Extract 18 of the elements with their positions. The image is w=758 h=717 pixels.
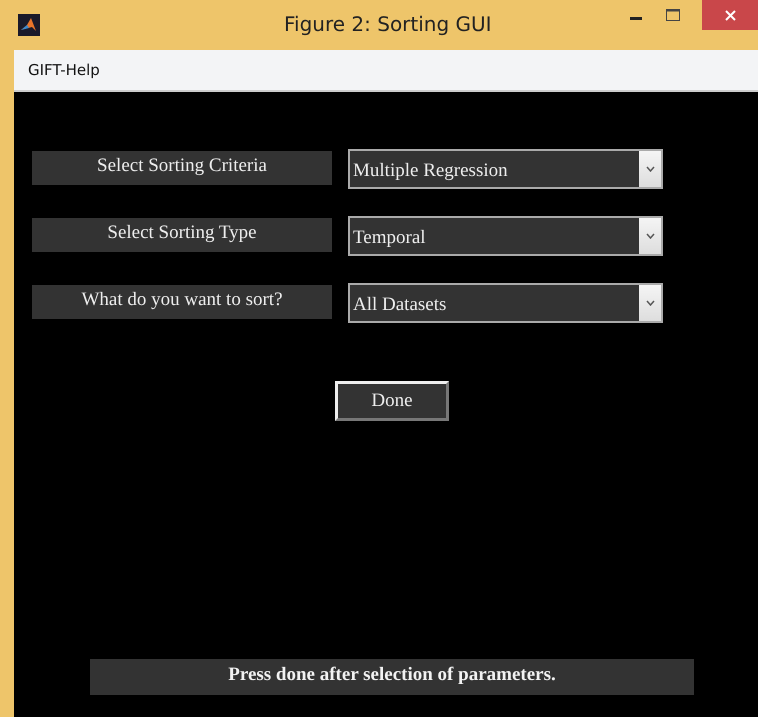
close-icon xyxy=(724,10,736,20)
window-title: Figure 2: Sorting GUI xyxy=(284,12,492,36)
close-button[interactable] xyxy=(702,0,758,30)
dropdown[interactable]: All Datasets xyxy=(348,283,663,323)
dropdown[interactable]: Multiple Regression xyxy=(348,149,663,189)
field-label: Select Sorting Criteria xyxy=(32,151,332,185)
status-message: Press done after selection of parameters. xyxy=(90,659,694,695)
minimize-icon xyxy=(630,17,642,21)
chevron-icon xyxy=(646,166,654,172)
menu-item[interactable]: GIFT-Help xyxy=(28,61,100,79)
chevron-icon xyxy=(646,233,654,239)
dropdown[interactable]: Temporal xyxy=(348,216,663,256)
done-button[interactable]: Done xyxy=(335,381,449,421)
field-label: What do you want to sort? xyxy=(32,285,332,319)
chevron-icon xyxy=(646,300,654,306)
field-label: Select Sorting Type xyxy=(32,218,332,252)
maximize-icon xyxy=(666,9,680,21)
app-logo-icon xyxy=(18,14,40,36)
